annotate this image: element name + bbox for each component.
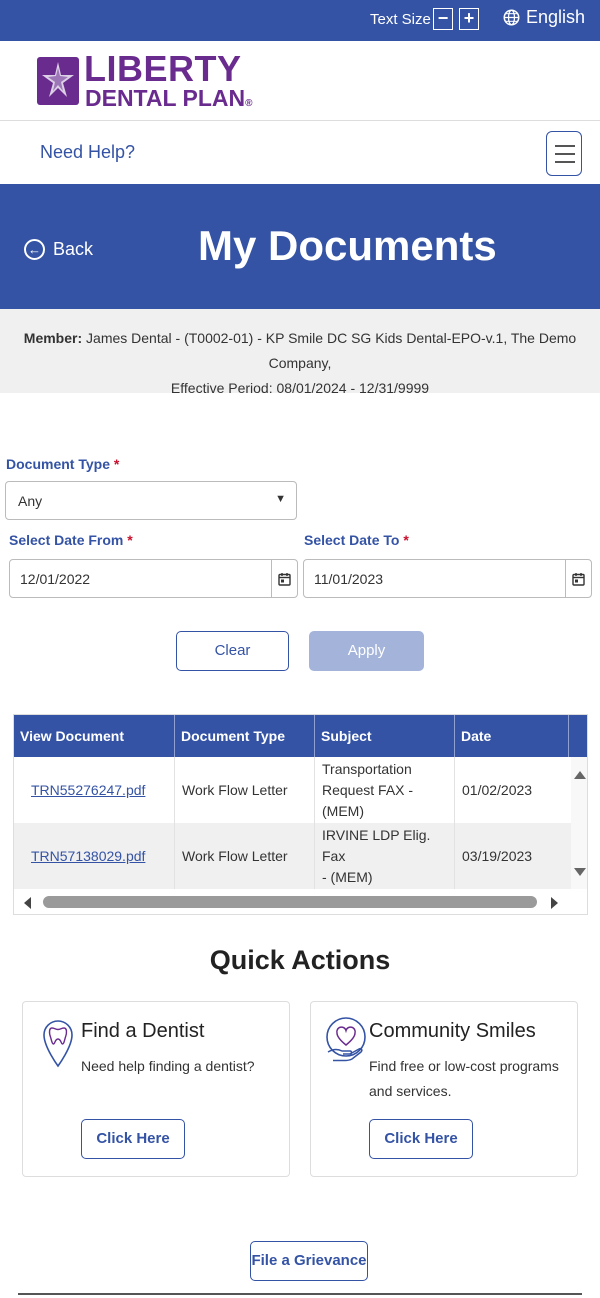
logo-text-dental-plan: DENTAL PLAN® bbox=[85, 86, 253, 116]
date-from-label: Select Date From * bbox=[9, 532, 133, 548]
documents-table: View Document Document Type Subject Date… bbox=[13, 714, 588, 915]
document-link[interactable]: TRN55276247.pdf bbox=[31, 780, 145, 801]
subject-text: IRVINE LDP Elig. Fax - (MEM) bbox=[322, 825, 454, 888]
subject-line-1: IRVINE LDP Elig. Fax bbox=[322, 826, 431, 864]
registered-mark: ® bbox=[245, 98, 253, 109]
community-smiles-card: Community Smiles Find free or low-cost p… bbox=[310, 1001, 578, 1177]
calendar-icon[interactable] bbox=[271, 560, 297, 597]
logo-header: LIBERTY DENTAL PLAN® bbox=[0, 41, 600, 121]
back-label: Back bbox=[53, 239, 94, 259]
scroll-left-arrow-icon[interactable] bbox=[24, 897, 31, 909]
date-to-value: 11/01/2023 bbox=[314, 571, 384, 587]
apply-button[interactable]: Apply bbox=[309, 631, 424, 671]
document-type-cell: Work Flow Letter bbox=[175, 757, 315, 823]
heart-hand-icon bbox=[326, 1017, 366, 1062]
increase-text-size-button[interactable]: + bbox=[459, 8, 479, 30]
subject-line-2: - (MEM) bbox=[322, 868, 373, 885]
page-hero: ← Back My Documents bbox=[0, 184, 600, 309]
member-line-1: Member: James Dental - (T0002-01) - KP S… bbox=[0, 326, 600, 376]
column-header-document-type[interactable]: Document Type bbox=[175, 715, 315, 757]
subject-cell: IRVINE LDP Elig. Fax - (MEM) bbox=[315, 823, 455, 889]
menu-bar-icon bbox=[555, 161, 575, 163]
document-type-label: Document Type * bbox=[6, 456, 119, 472]
table-row: TRN57138029.pdf Work Flow Letter IRVINE … bbox=[14, 823, 571, 889]
member-details: James Dental - (T0002-01) - KP Smile DC … bbox=[86, 330, 577, 371]
column-header-subject[interactable]: Subject bbox=[315, 715, 455, 757]
scroll-up-arrow-icon[interactable] bbox=[574, 771, 586, 779]
text-size-label: Text Size bbox=[370, 11, 431, 28]
card-description: Find free or low-cost programs and servi… bbox=[369, 1058, 559, 1099]
menu-bar-icon bbox=[555, 153, 575, 155]
table-row: TRN55276247.pdf Work Flow Letter Transpo… bbox=[14, 757, 571, 823]
dropdown-arrow-icon: ▼ bbox=[275, 493, 286, 505]
required-mark: * bbox=[403, 532, 409, 548]
card-title: Community Smiles bbox=[369, 1020, 536, 1042]
decrease-text-size-button[interactable]: − bbox=[433, 8, 453, 30]
file-a-grievance-button[interactable]: File a Grievance bbox=[250, 1241, 368, 1281]
subject-line-2: Request FAX - (MEM) bbox=[322, 781, 414, 819]
clear-button[interactable]: Clear bbox=[176, 631, 289, 671]
date-to-label: Select Date To * bbox=[304, 532, 409, 548]
tooth-location-icon bbox=[43, 1020, 73, 1068]
member-info: Member: James Dental - (T0002-01) - KP S… bbox=[0, 309, 600, 396]
page-divider bbox=[18, 1293, 582, 1295]
date-from-input[interactable]: 12/01/2022 bbox=[9, 559, 298, 598]
column-header-view-document[interactable]: View Document bbox=[14, 715, 175, 757]
document-link[interactable]: TRN57138029.pdf bbox=[31, 846, 145, 867]
required-mark: * bbox=[113, 456, 120, 472]
logo-text-dental-plan-words: DENTAL PLAN bbox=[85, 85, 246, 111]
community-smiles-click-here-button[interactable]: Click Here bbox=[369, 1119, 473, 1159]
language-label: English bbox=[526, 7, 586, 27]
scroll-right-arrow-icon[interactable] bbox=[551, 897, 558, 909]
subject-line-1: Transportation bbox=[322, 760, 412, 777]
menu-button[interactable] bbox=[546, 131, 582, 176]
logo-text-liberty: LIBERTY bbox=[84, 48, 242, 89]
member-label: Member: bbox=[23, 330, 83, 346]
find-a-dentist-card: Find a Dentist Need help finding a denti… bbox=[22, 1001, 290, 1177]
card-description: Need help finding a dentist? bbox=[81, 1058, 255, 1074]
document-type-value: Any bbox=[18, 493, 43, 509]
subject-text: Transportation Request FAX - (MEM) bbox=[322, 759, 454, 822]
document-type-label-text: Document Type bbox=[6, 456, 110, 472]
subject-cell: Transportation Request FAX - (MEM) bbox=[315, 757, 455, 823]
column-header-date[interactable]: Date bbox=[455, 715, 569, 757]
document-type-select[interactable]: Any ▼ bbox=[5, 481, 297, 520]
liberty-logo-icon[interactable] bbox=[36, 56, 80, 106]
language-selector[interactable]: English bbox=[503, 7, 585, 28]
document-type-cell: Work Flow Letter bbox=[175, 823, 315, 889]
menu-bar-icon bbox=[555, 145, 575, 147]
date-from-value: 12/01/2022 bbox=[20, 571, 91, 587]
document-cell: TRN55276247.pdf bbox=[14, 757, 175, 823]
back-arrow-icon: ← bbox=[24, 239, 45, 260]
document-cell: TRN57138029.pdf bbox=[14, 823, 175, 889]
scroll-down-arrow-icon[interactable] bbox=[574, 868, 586, 876]
calendar-icon[interactable] bbox=[565, 560, 591, 597]
quick-actions-title: Quick Actions bbox=[209, 945, 391, 975]
vertical-scrollbar[interactable] bbox=[571, 757, 587, 889]
date-cell: 01/02/2023 bbox=[462, 781, 533, 798]
table-header: View Document Document Type Subject Date bbox=[14, 715, 587, 757]
find-a-dentist-click-here-button[interactable]: Click Here bbox=[81, 1119, 185, 1159]
date-cell: 03/19/2023 bbox=[462, 847, 533, 864]
date-from-label-text: Select Date From bbox=[9, 532, 124, 548]
date-to-label-text: Select Date To bbox=[304, 532, 400, 548]
globe-icon bbox=[503, 9, 520, 26]
help-bar: Need Help? bbox=[0, 122, 600, 184]
page-title: My Documents bbox=[198, 222, 497, 269]
card-title: Find a Dentist bbox=[81, 1020, 205, 1042]
back-button[interactable]: ← Back bbox=[24, 239, 93, 260]
horizontal-scrollbar[interactable] bbox=[14, 891, 571, 913]
need-help-link[interactable]: Need Help? bbox=[40, 142, 135, 163]
scrollbar-thumb[interactable] bbox=[43, 896, 537, 908]
required-mark: * bbox=[127, 532, 133, 548]
top-utility-bar: Text Size − + English bbox=[0, 0, 600, 41]
member-effective-period: Effective Period: 08/01/2024 - 12/31/999… bbox=[170, 380, 430, 396]
date-to-input[interactable]: 11/01/2023 bbox=[303, 559, 592, 598]
